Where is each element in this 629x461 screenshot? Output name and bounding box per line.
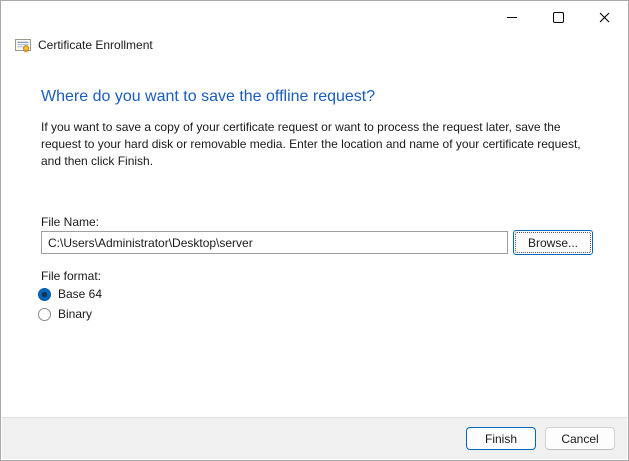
cancel-button[interactable]: Cancel — [545, 427, 615, 450]
radio-base64-label: Base 64 — [58, 287, 102, 301]
certificate-enrollment-dialog: Certificate Enrollment Where do you want… — [0, 0, 629, 461]
file-format-label: File format: — [41, 269, 101, 283]
radio-checked-icon[interactable] — [38, 288, 51, 301]
radio-binary-label: Binary — [58, 307, 92, 321]
wizard-header: Certificate Enrollment — [15, 37, 153, 53]
file-name-input[interactable] — [41, 231, 508, 254]
dialog-footer: Finish Cancel — [2, 417, 627, 459]
wizard-title: Certificate Enrollment — [38, 38, 153, 52]
minimize-button[interactable] — [489, 2, 535, 32]
page-description: If you want to save a copy of your certi… — [41, 119, 593, 170]
finish-button[interactable]: Finish — [466, 427, 536, 450]
minimize-icon — [507, 17, 517, 18]
browse-button[interactable]: Browse... — [513, 230, 593, 255]
title-bar — [489, 2, 627, 32]
radio-option-binary[interactable]: Binary — [38, 306, 92, 322]
page-title: Where do you want to save the offline re… — [41, 88, 375, 106]
close-icon — [599, 12, 610, 23]
file-name-label: File Name: — [41, 215, 99, 229]
browse-button-label: Browse... — [515, 232, 591, 253]
close-button[interactable] — [581, 2, 627, 32]
maximize-icon — [553, 12, 564, 23]
radio-unchecked-icon[interactable] — [38, 308, 51, 321]
maximize-button[interactable] — [535, 2, 581, 32]
certificate-icon — [15, 37, 31, 53]
radio-option-base64[interactable]: Base 64 — [38, 286, 102, 302]
